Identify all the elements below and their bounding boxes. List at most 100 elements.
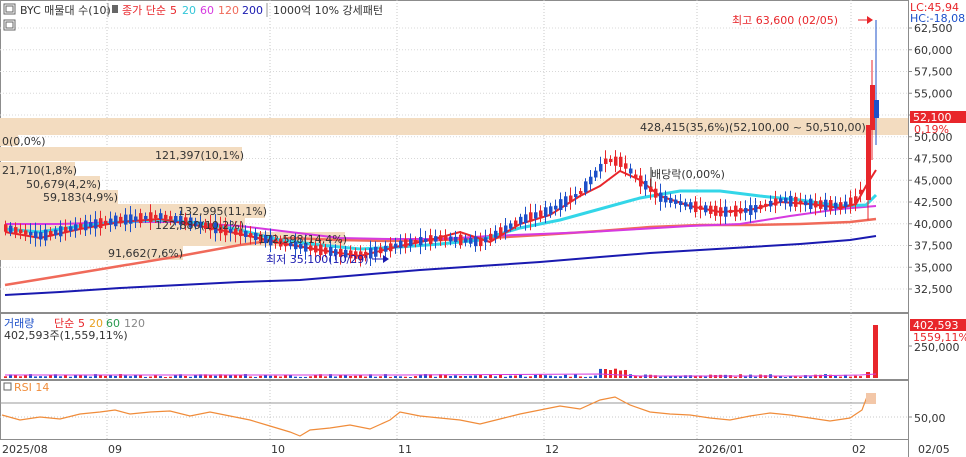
current-change: 0,19% xyxy=(914,123,949,136)
candle-body xyxy=(39,232,43,240)
candle-body xyxy=(564,196,568,207)
volume-bar xyxy=(309,376,312,378)
candle-body xyxy=(669,197,673,203)
candle-body xyxy=(724,206,728,217)
volume-bar xyxy=(484,376,487,378)
candle-body xyxy=(24,230,28,235)
candle-body xyxy=(584,181,588,193)
volume-bar xyxy=(514,375,517,378)
volume-bar xyxy=(79,375,82,378)
candle-body xyxy=(874,100,879,118)
volume-bar xyxy=(24,375,27,378)
candle-body xyxy=(624,163,628,169)
candle-body xyxy=(14,227,18,234)
volume-bar xyxy=(539,374,542,378)
volume-bar xyxy=(184,375,187,378)
candle-body xyxy=(559,199,563,211)
volume-bar xyxy=(574,374,577,378)
volume-bar xyxy=(664,376,667,378)
candle-body xyxy=(399,240,403,248)
candle-body xyxy=(814,201,818,208)
volume-bar xyxy=(414,376,417,378)
volume-bar xyxy=(144,376,147,378)
candle-body xyxy=(504,225,508,233)
high-arrow-head xyxy=(867,16,873,24)
dividend-annotation: 배당락(0,00%) xyxy=(651,168,725,181)
ma-period-120: 120 xyxy=(218,4,239,17)
volume-bar xyxy=(34,376,37,378)
volume-bar xyxy=(479,374,482,378)
volume-bar xyxy=(269,375,272,378)
candle-body xyxy=(314,245,318,253)
candle-body xyxy=(649,186,653,192)
volume-bars xyxy=(4,325,878,378)
date-axis: 2025/08 09 10 11 12 2026/01 02 02/05 xyxy=(2,443,950,456)
candle-body xyxy=(109,218,113,225)
volume-bar xyxy=(74,375,77,378)
ma-toggle[interactable] xyxy=(112,5,118,13)
price-tick: 40,000 xyxy=(914,218,953,231)
volume-bar xyxy=(394,376,397,378)
candle-body xyxy=(699,205,703,210)
volume-bar xyxy=(524,376,527,378)
volume-bar xyxy=(434,376,437,378)
candle-body xyxy=(114,215,118,227)
candle-body xyxy=(779,198,783,203)
volume-bar xyxy=(189,376,192,378)
price-tick: 60,000 xyxy=(914,44,953,57)
candle-body xyxy=(754,205,758,213)
candle-body xyxy=(844,201,848,207)
candle-body xyxy=(799,200,803,205)
candle-body xyxy=(704,205,708,213)
volume-bar xyxy=(589,376,592,378)
candle-body xyxy=(819,200,823,209)
volume-bar xyxy=(634,376,637,378)
date-label-4: 12 xyxy=(545,443,559,456)
candle-body xyxy=(479,237,483,247)
price-tick: 32,500 xyxy=(914,283,953,296)
candle-body xyxy=(514,220,518,227)
candle-body xyxy=(809,198,813,210)
candle-body xyxy=(539,210,543,217)
volume-bar xyxy=(619,370,622,378)
volume-bar xyxy=(294,376,297,378)
rsi-toggle[interactable] xyxy=(3,382,12,391)
candle-body xyxy=(409,239,413,247)
candle-body xyxy=(89,222,93,228)
candle-body xyxy=(134,216,138,221)
volume-bar xyxy=(469,375,472,378)
vp-label-1: 428,415(35,6%)(52,100,00 ~ 50,510,00) xyxy=(640,121,866,134)
volume-bar xyxy=(614,368,617,378)
ma-period-5: 5 xyxy=(170,4,177,17)
date-label-5: 2026/01 xyxy=(698,443,744,456)
candle-body xyxy=(644,180,648,190)
candle-body xyxy=(64,226,68,234)
vp-label-8: 122,880(10,2%) xyxy=(155,219,244,232)
volume-bar xyxy=(324,376,327,378)
candle-body xyxy=(679,201,683,205)
volume-bar xyxy=(504,376,507,378)
candle-body xyxy=(519,216,523,225)
candle-body xyxy=(9,225,13,233)
price-axis: 62,50060,00057,50055,00052,50050,00047,5… xyxy=(908,22,953,296)
candle-body xyxy=(489,233,493,241)
candle-body xyxy=(759,204,763,210)
ma-period-20: 20 xyxy=(182,4,196,17)
candle-body xyxy=(544,207,548,217)
volume-bar xyxy=(124,375,127,378)
volume-bar xyxy=(259,375,262,378)
volume-bar xyxy=(389,376,392,378)
volume-bar xyxy=(659,376,662,378)
candle-body xyxy=(629,168,633,174)
price-tick: 62,500 xyxy=(914,22,953,35)
volume-bar xyxy=(274,375,277,378)
volume-spike-bar xyxy=(873,325,878,378)
stock-chart[interactable]: BYC 매물대 수(10) 종가 단순 5 20 60 120 200 1000… xyxy=(0,0,966,457)
candle-body xyxy=(854,196,858,204)
candle-body xyxy=(674,199,678,204)
candle-body xyxy=(599,163,603,172)
candle-body xyxy=(719,207,723,217)
candle-body xyxy=(44,229,48,241)
rsi-axis-tick: 50,00 xyxy=(914,412,946,425)
volume-bar xyxy=(19,376,22,378)
